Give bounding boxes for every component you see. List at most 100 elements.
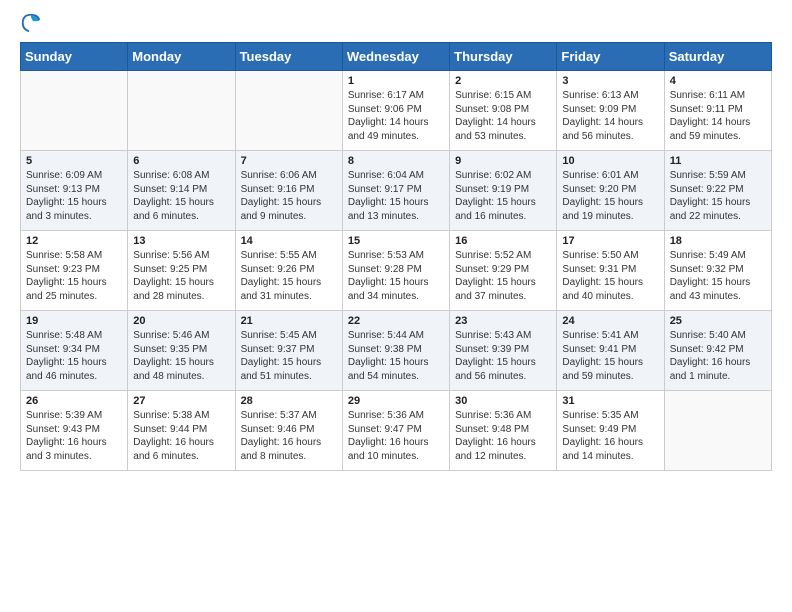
calendar-cell: 20Sunrise: 5:46 AM Sunset: 9:35 PM Dayli… <box>128 311 235 391</box>
day-info: Sunrise: 5:58 AM Sunset: 9:23 PM Dayligh… <box>26 249 122 303</box>
day-info: Sunrise: 5:50 AM Sunset: 9:31 PM Dayligh… <box>562 249 658 303</box>
day-info: Sunrise: 5:41 AM Sunset: 9:41 PM Dayligh… <box>562 329 658 383</box>
calendar-cell: 27Sunrise: 5:38 AM Sunset: 9:44 PM Dayli… <box>128 391 235 471</box>
calendar-cell: 15 Sunrise: 5:53 AM Sunset: 9:28 PM Dayli… <box>342 231 449 311</box>
calendar-cell: 1 Sunrise: 6:17 AM Sunset: 9:06 PM Daylig… <box>342 71 449 151</box>
day-info: Sunrise: 5:36 AM Sunset: 9:47 PM Dayligh… <box>348 409 444 463</box>
day-info: Sunrise: 5:45 AM Sunset: 9:37 PM Dayligh… <box>241 329 337 383</box>
calendar-week-row: 12 Sunrise: 5:58 AM Sunset: 9:23 PM Dayli… <box>21 231 772 311</box>
day-info: Sunrise: 5:53 AM Sunset: 9:28 PM Dayligh… <box>348 249 444 303</box>
day-number: 3 <box>562 75 658 87</box>
calendar-cell: 25 Sunrise: 5:40 AM Sunset: 9:42 PM Dayli… <box>664 311 771 391</box>
day-info: Sunrise: 5:59 AM Sunset: 9:22 PM Dayligh… <box>670 169 766 223</box>
day-number: 16 <box>455 235 551 247</box>
day-info: Sunrise: 5:40 AM Sunset: 9:42 PM Dayligh… <box>670 329 766 383</box>
day-info: Sunrise: 6:11 AM Sunset: 9:11 PM Dayligh… <box>670 89 766 143</box>
day-header-wednesday: Wednesday <box>342 43 449 71</box>
day-number: 25 <box>670 315 766 327</box>
day-number: 12 <box>26 235 122 247</box>
day-info: Sunrise: 6:06 AM Sunset: 9:16 PM Dayligh… <box>241 169 337 223</box>
calendar-week-row: 19Sunrise: 5:48 AM Sunset: 9:34 PM Dayli… <box>21 311 772 391</box>
day-info: Sunrise: 5:55 AM Sunset: 9:26 PM Dayligh… <box>241 249 337 303</box>
calendar-cell: 26 Sunrise: 5:39 AM Sunset: 9:43 PM Dayli… <box>21 391 128 471</box>
day-info: Sunrise: 6:13 AM Sunset: 9:09 PM Dayligh… <box>562 89 658 143</box>
day-header-tuesday: Tuesday <box>235 43 342 71</box>
day-number: 23 <box>455 315 551 327</box>
day-number: 9 <box>455 155 551 167</box>
day-info: Sunrise: 6:04 AM Sunset: 9:17 PM Dayligh… <box>348 169 444 223</box>
day-info: Sunrise: 5:46 AM Sunset: 9:35 PM Dayligh… <box>133 329 229 383</box>
calendar-week-row: 1 Sunrise: 6:17 AM Sunset: 9:06 PM Daylig… <box>21 71 772 151</box>
day-number: 30 <box>455 395 551 407</box>
day-info: Sunrise: 6:01 AM Sunset: 9:20 PM Dayligh… <box>562 169 658 223</box>
calendar-cell: 14 Sunrise: 5:55 AM Sunset: 9:26 PM Dayli… <box>235 231 342 311</box>
day-info: Sunrise: 6:09 AM Sunset: 9:13 PM Dayligh… <box>26 169 122 223</box>
day-info: Sunrise: 5:36 AM Sunset: 9:48 PM Dayligh… <box>455 409 551 463</box>
calendar-cell: 28 Sunrise: 5:37 AM Sunset: 9:46 PM Dayli… <box>235 391 342 471</box>
day-number: 14 <box>241 235 337 247</box>
calendar-cell <box>21 71 128 151</box>
day-info: Sunrise: 5:38 AM Sunset: 9:44 PM Dayligh… <box>133 409 229 463</box>
logo <box>20 16 44 34</box>
day-number: 11 <box>670 155 766 167</box>
day-info: Sunrise: 5:35 AM Sunset: 9:49 PM Dayligh… <box>562 409 658 463</box>
day-header-thursday: Thursday <box>450 43 557 71</box>
calendar-cell: 29 Sunrise: 5:36 AM Sunset: 9:47 PM Dayli… <box>342 391 449 471</box>
day-number: 29 <box>348 395 444 407</box>
day-info: Sunrise: 5:39 AM Sunset: 9:43 PM Dayligh… <box>26 409 122 463</box>
day-info: Sunrise: 5:52 AM Sunset: 9:29 PM Dayligh… <box>455 249 551 303</box>
header <box>20 16 772 34</box>
day-number: 15 <box>348 235 444 247</box>
calendar-cell: 23 Sunrise: 5:43 AM Sunset: 9:39 PM Dayli… <box>450 311 557 391</box>
calendar-cell: 7 Sunrise: 6:06 AM Sunset: 9:16 PM Daylig… <box>235 151 342 231</box>
day-number: 2 <box>455 75 551 87</box>
day-number: 10 <box>562 155 658 167</box>
calendar-cell: 4 Sunrise: 6:11 AM Sunset: 9:11 PM Daylig… <box>664 71 771 151</box>
calendar-cell: 16 Sunrise: 5:52 AM Sunset: 9:29 PM Dayli… <box>450 231 557 311</box>
calendar-cell: 10 Sunrise: 6:01 AM Sunset: 9:20 PM Dayli… <box>557 151 664 231</box>
day-info: Sunrise: 5:49 AM Sunset: 9:32 PM Dayligh… <box>670 249 766 303</box>
calendar-cell <box>664 391 771 471</box>
day-number: 8 <box>348 155 444 167</box>
day-info: Sunrise: 5:37 AM Sunset: 9:46 PM Dayligh… <box>241 409 337 463</box>
calendar-cell: 2 Sunrise: 6:15 AM Sunset: 9:08 PM Daylig… <box>450 71 557 151</box>
page: SundayMondayTuesdayWednesdayThursdayFrid… <box>0 0 792 491</box>
day-header-monday: Monday <box>128 43 235 71</box>
day-number: 18 <box>670 235 766 247</box>
calendar-cell: 13 Sunrise: 5:56 AM Sunset: 9:25 PM Dayli… <box>128 231 235 311</box>
day-header-saturday: Saturday <box>664 43 771 71</box>
day-info: Sunrise: 6:08 AM Sunset: 9:14 PM Dayligh… <box>133 169 229 223</box>
calendar-cell: 8 Sunrise: 6:04 AM Sunset: 9:17 PM Daylig… <box>342 151 449 231</box>
day-header-friday: Friday <box>557 43 664 71</box>
day-number: 4 <box>670 75 766 87</box>
calendar-cell: 17 Sunrise: 5:50 AM Sunset: 9:31 PM Dayli… <box>557 231 664 311</box>
day-number: 24 <box>562 315 658 327</box>
day-number: 22 <box>348 315 444 327</box>
logo-icon <box>20 12 42 34</box>
calendar-cell: 9Sunrise: 6:02 AM Sunset: 9:19 PM Daylig… <box>450 151 557 231</box>
calendar-cell: 12 Sunrise: 5:58 AM Sunset: 9:23 PM Dayli… <box>21 231 128 311</box>
day-number: 28 <box>241 395 337 407</box>
day-number: 21 <box>241 315 337 327</box>
day-number: 26 <box>26 395 122 407</box>
day-info: Sunrise: 6:17 AM Sunset: 9:06 PM Dayligh… <box>348 89 444 143</box>
calendar-cell: 5 Sunrise: 6:09 AM Sunset: 9:13 PM Daylig… <box>21 151 128 231</box>
calendar-cell: 18 Sunrise: 5:49 AM Sunset: 9:32 PM Dayli… <box>664 231 771 311</box>
calendar-table: SundayMondayTuesdayWednesdayThursdayFrid… <box>20 42 772 471</box>
calendar-cell: 19Sunrise: 5:48 AM Sunset: 9:34 PM Dayli… <box>21 311 128 391</box>
day-number: 6 <box>133 155 229 167</box>
calendar-cell <box>235 71 342 151</box>
day-info: Sunrise: 5:43 AM Sunset: 9:39 PM Dayligh… <box>455 329 551 383</box>
calendar-week-row: 26 Sunrise: 5:39 AM Sunset: 9:43 PM Dayli… <box>21 391 772 471</box>
day-info: Sunrise: 6:15 AM Sunset: 9:08 PM Dayligh… <box>455 89 551 143</box>
day-number: 7 <box>241 155 337 167</box>
day-number: 1 <box>348 75 444 87</box>
day-number: 13 <box>133 235 229 247</box>
calendar-cell: 31Sunrise: 5:35 AM Sunset: 9:49 PM Dayli… <box>557 391 664 471</box>
day-number: 5 <box>26 155 122 167</box>
day-info: Sunrise: 5:56 AM Sunset: 9:25 PM Dayligh… <box>133 249 229 303</box>
day-number: 17 <box>562 235 658 247</box>
calendar-cell: 24 Sunrise: 5:41 AM Sunset: 9:41 PM Dayli… <box>557 311 664 391</box>
calendar-week-row: 5 Sunrise: 6:09 AM Sunset: 9:13 PM Daylig… <box>21 151 772 231</box>
day-header-sunday: Sunday <box>21 43 128 71</box>
